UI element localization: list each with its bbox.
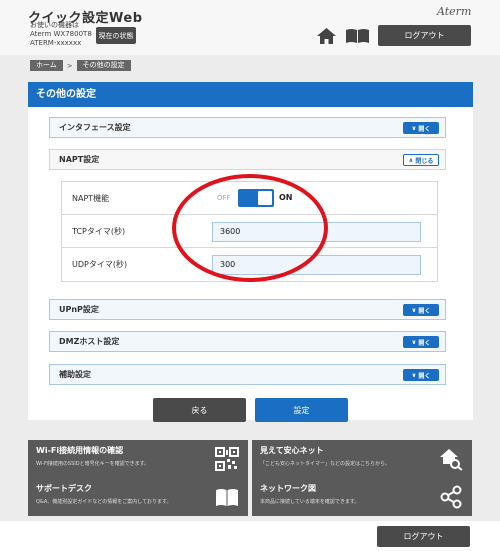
section-upnp-label: UPnP設定 [59,305,99,314]
card-support-desc: Q&A、機能別設定ガイドなどの情報をご案内しております。 [36,499,172,505]
header: クイック設定Web お使いの機器は Aterm WX7800T8 ATERM-x… [0,0,500,55]
section-napt[interactable]: NAPT設定 ∧ 閉じる [49,149,446,170]
napt-function-row: NAPT機能 OFF ON [62,182,437,215]
udp-timer-label: UDPタイマ(秒) [72,260,128,269]
qr-code-icon [215,447,239,471]
udp-timer-input[interactable]: 300 [212,255,421,275]
breadcrumb-separator: > [66,61,73,70]
chevron-down-icon: ∨ [411,338,417,346]
card-wifi-desc: Wi-Fi接続用のSSIDと暗号化キーを確認できます。 [36,461,150,467]
section-dmz[interactable]: DMZホスト設定 ∨ 開く [49,331,446,352]
napt-settings-table: NAPT機能 OFF ON TCPタイマ(秒) 3600 UDPタイマ(秒) 3… [61,181,438,282]
card-network-map[interactable]: ネットワーク図 本商品に接続している端末を確認できます。 [252,478,472,516]
section-aux[interactable]: 補助設定 ∨ 開く [49,364,446,385]
section-napt-label: NAPT設定 [59,155,100,164]
card-network-title: ネットワーク図 [260,484,316,493]
section-upnp-open-button[interactable]: ∨ 開く [403,304,439,316]
brand-logo: Aterm [437,5,472,18]
page-title: その他の設定 [28,82,473,107]
toggle-knob [258,191,272,205]
udp-timer-row: UDPタイマ(秒) 300 [62,248,437,281]
breadcrumb-home[interactable]: ホーム [30,60,63,71]
section-interface[interactable]: インタフェース設定 ∨ 開く [49,117,446,138]
card-safety-net[interactable]: 見えて安心ネット 「こども安心ネットタイマー」などの設定はこちらから。 [252,440,472,478]
book-icon[interactable] [345,28,370,44]
tcp-timer-input[interactable]: 3600 [212,222,421,242]
chevron-up-icon: ∧ [408,156,414,164]
chevron-down-icon: ∨ [411,124,417,132]
device-line-1: お使いの機器は [30,21,79,29]
current-status-button[interactable]: 現在の状態 [96,27,136,44]
section-napt-close-button[interactable]: ∧ 閉じる [403,154,439,166]
card-support-desk[interactable]: サポートデスク Q&A、機能別設定ガイドなどの情報をご案内しております。 [28,478,248,516]
napt-function-label: NAPT機能 [72,193,110,203]
tcp-timer-row: TCPタイマ(秒) 3600 [62,215,437,248]
home-icon[interactable] [316,27,337,45]
book-icon [216,489,238,506]
toggle-off-label: OFF [217,194,231,202]
home-search-icon [440,449,463,471]
toggle-on-label: ON [279,193,293,202]
card-safety-title: 見えて安心ネット [260,446,324,455]
napt-toggle[interactable] [238,189,274,207]
section-dmz-label: DMZホスト設定 [59,337,120,346]
breadcrumb-current: その他の設定 [76,60,131,71]
back-button[interactable]: 戻る [153,398,246,422]
logout-button[interactable]: ログアウト [378,25,471,46]
card-wifi-info[interactable]: Wi-Fi接続用情報の確認 Wi-Fi接続用のSSIDと暗号化キーを確認できます… [28,440,248,478]
breadcrumb: ホーム > その他の設定 [30,60,131,71]
section-interface-label: インタフェース設定 [59,123,131,132]
device-info: お使いの機器は Aterm WX7800T8 ATERM-xxxxxx [30,21,92,48]
set-button[interactable]: 設定 [255,398,348,422]
device-model: Aterm WX7800T8 [30,30,92,38]
card-network-desc: 本商品に接続している端末を確認できます。 [260,499,360,505]
chevron-down-icon: ∨ [411,371,417,379]
share-icon [440,485,462,509]
device-name: ATERM-xxxxxx [30,39,82,47]
card-wifi-title: Wi-Fi接続用情報の確認 [36,446,124,455]
tcp-timer-label: TCPタイマ(秒) [72,226,126,236]
section-aux-open-button[interactable]: ∨ 開く [403,369,439,381]
settings-panel: その他の設定 インタフェース設定 ∨ 開く NAPT設定 ∧ 閉じる NAPT機… [28,82,473,422]
section-interface-open-button[interactable]: ∨ 開く [403,122,439,134]
card-support-title: サポートデスク [36,484,92,493]
logout-button-bottom[interactable]: ログアウト [377,526,470,547]
card-safety-desc: 「こども安心ネットタイマー」などの設定はこちらから。 [260,461,391,467]
chevron-down-icon: ∨ [411,306,417,314]
section-upnp[interactable]: UPnP設定 ∨ 開く [49,299,446,320]
section-dmz-open-button[interactable]: ∨ 開く [403,336,439,348]
section-aux-label: 補助設定 [59,370,91,379]
